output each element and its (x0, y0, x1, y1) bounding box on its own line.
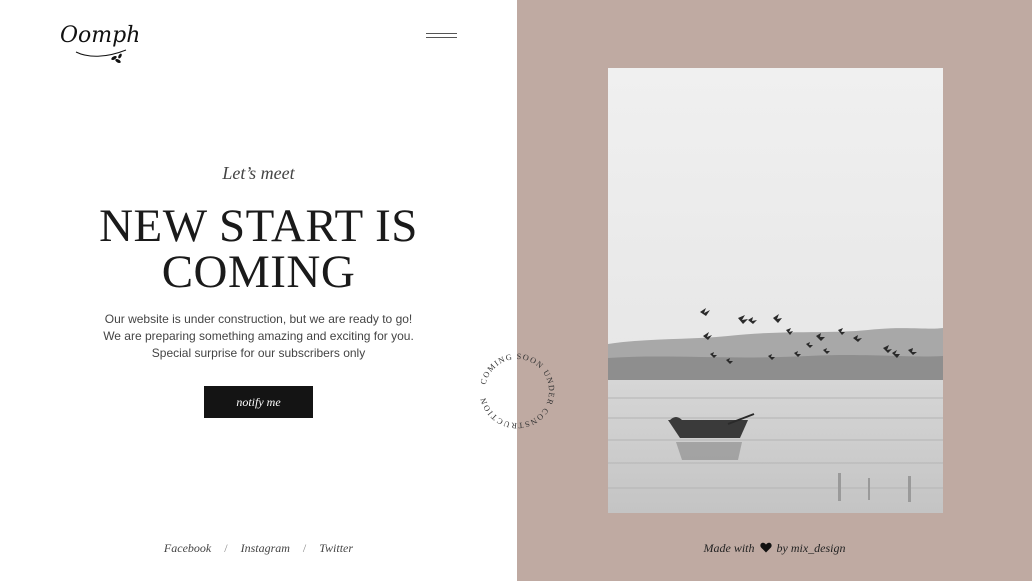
hamburger-icon[interactable] (424, 28, 460, 46)
tagline: Let’s meet (222, 163, 295, 183)
heart-icon (759, 542, 772, 553)
author-text[interactable]: by mix_design (777, 541, 846, 555)
separator: / (224, 541, 228, 555)
footer-credit: Made with by mix_design (517, 541, 1032, 556)
description: Our website is under construction, but w… (0, 311, 517, 362)
notify-me-button[interactable]: notify me (204, 386, 313, 418)
facebook-link[interactable]: Facebook (164, 541, 211, 555)
page-title: NEW START IS COMING (0, 200, 517, 298)
separator: / (302, 541, 307, 555)
brand-logo[interactable]: Oomph (58, 18, 138, 68)
twitter-link[interactable]: Twitter (319, 541, 353, 555)
made-with-text: Made with (703, 541, 755, 555)
svg-text:COMING SOON UNDER CONSTRUCTION: COMING SOON UNDER CONSTRUCTION (479, 352, 557, 430)
social-links: Facebook / Instagram / Twitter (0, 541, 517, 556)
coming-soon-badge: COMING SOON UNDER CONSTRUCTION (479, 352, 557, 430)
instagram-link[interactable]: Instagram (241, 541, 290, 555)
svg-text:Oomph: Oomph (60, 23, 138, 48)
hero-photo (608, 68, 943, 513)
headline-line-2: COMING (161, 246, 356, 298)
headline-line-1: NEW START IS (99, 200, 418, 252)
description-line: Special surprise for our subscribers onl… (151, 346, 366, 360)
description-line: We are preparing something amazing and e… (103, 329, 414, 343)
description-line: Our website is under construction, but w… (104, 312, 413, 326)
left-panel: Oomph Let’s meet NEW START IS COMING Our… (0, 0, 517, 581)
